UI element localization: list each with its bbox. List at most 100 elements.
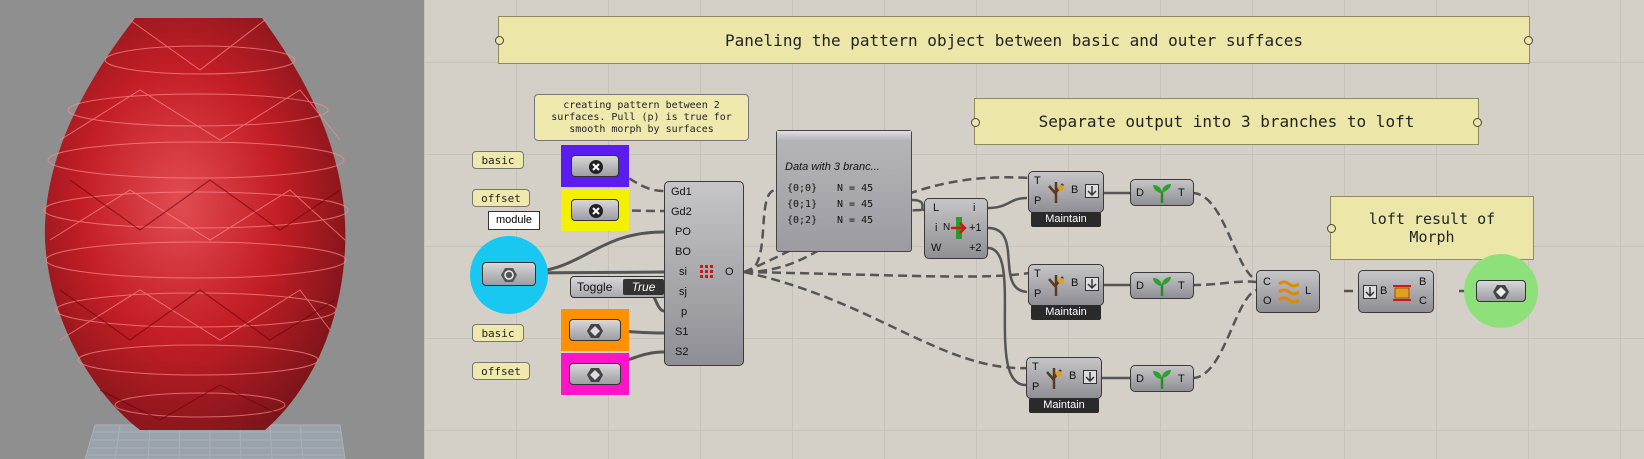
brep-hex-icon	[1493, 285, 1509, 299]
geometry-hex-icon	[501, 268, 517, 282]
loft-icon	[1278, 280, 1299, 304]
output-t[interactable]: T	[1178, 280, 1185, 292]
geometry-param-offset-group	[561, 189, 629, 231]
output-b[interactable]: B	[1419, 276, 1426, 288]
tooltip-module-text: module	[495, 214, 533, 226]
input-w[interactable]: W	[931, 242, 941, 254]
input-gd2[interactable]: Gd2	[671, 206, 692, 218]
rhino-viewport[interactable]	[0, 0, 424, 459]
input-s2[interactable]: S2	[675, 346, 688, 358]
input-p[interactable]: p	[681, 306, 687, 318]
brep-cap-icon	[1393, 285, 1411, 301]
input-gd1[interactable]: Gd1	[671, 186, 692, 198]
surface-icon	[587, 368, 603, 382]
output-b[interactable]: B	[1071, 184, 1078, 196]
data-row-count: N = 45	[837, 183, 874, 194]
output-c[interactable]: C	[1419, 295, 1427, 307]
input-p[interactable]: P	[1032, 381, 1039, 393]
data-panel-header	[777, 131, 911, 141]
group-title-loft[interactable]: loft result of Morph	[1327, 196, 1534, 260]
split-list-component[interactable]: L i W N i +1 +2	[924, 198, 988, 259]
close-circle-icon	[589, 204, 603, 218]
panel-basic-bottom[interactable]: basic	[472, 324, 524, 342]
tree-icon	[1048, 182, 1064, 203]
panel-basic-top[interactable]: basic	[472, 151, 524, 169]
input-o[interactable]: O	[1263, 295, 1272, 307]
flatten-tree-component[interactable]: D T	[1130, 179, 1194, 206]
output-plus-2[interactable]: +2	[969, 242, 982, 254]
maintain-component[interactable]: T P B	[1028, 171, 1104, 213]
maintain-component[interactable]: T P B	[1026, 357, 1102, 399]
input-t[interactable]: T	[1034, 268, 1041, 280]
input-b[interactable]: B	[1380, 285, 1387, 297]
grasshopper-canvas[interactable]: Paneling the pattern object between basi…	[424, 0, 1644, 459]
module-param[interactable]	[482, 262, 536, 286]
flatten-tree-component[interactable]: D T	[1130, 365, 1194, 392]
panel-offset-top[interactable]: offset	[472, 189, 530, 207]
surface-param-basic[interactable]	[569, 319, 621, 341]
maintain-tag: Maintain	[1031, 212, 1101, 227]
group-title-paneling-text: Paneling the pattern object between basi…	[725, 30, 1303, 50]
flatten-down-icon	[1083, 370, 1097, 384]
group-port-left[interactable]	[1327, 224, 1336, 233]
output-b[interactable]: B	[1071, 277, 1078, 289]
flatten-down-icon	[1085, 184, 1099, 198]
group-port-left[interactable]	[495, 36, 504, 45]
loft-component[interactable]: C O L	[1256, 270, 1320, 313]
input-s1[interactable]: S1	[675, 326, 688, 338]
toggle-label: Toggle	[577, 280, 613, 294]
toggle-value[interactable]: True	[623, 279, 664, 295]
input-t[interactable]: T	[1034, 175, 1041, 187]
output-i[interactable]: i	[973, 202, 975, 214]
input-p[interactable]: P	[1034, 288, 1041, 300]
panel-offset-bottom[interactable]: offset	[472, 362, 530, 380]
data-panel[interactable]: Data with 3 branc... {0;0} N = 45 {0;1} …	[776, 130, 912, 252]
input-t[interactable]: T	[1032, 361, 1039, 373]
input-d[interactable]: D	[1136, 280, 1144, 292]
input-l[interactable]: L	[933, 202, 939, 214]
morph-grid-icon	[700, 265, 713, 278]
input-d[interactable]: D	[1136, 373, 1144, 385]
vase-render	[43, 18, 349, 459]
split-n-symbol: N	[943, 222, 951, 233]
tree-icon	[1048, 275, 1064, 296]
surface-param-basic-group	[561, 309, 629, 351]
morph-component[interactable]: Gd1 Gd2 PO BO si sj p S1 S2 O	[664, 181, 744, 366]
geometry-param-basic[interactable]	[571, 155, 619, 177]
brep-param[interactable]	[1476, 280, 1526, 302]
data-row-path: {0;0}	[787, 183, 818, 194]
group-port-left[interactable]	[971, 117, 980, 127]
output-t[interactable]: T	[1178, 187, 1185, 199]
surface-param-offset[interactable]	[569, 363, 621, 385]
input-p[interactable]: P	[1034, 195, 1041, 207]
input-po[interactable]: PO	[675, 226, 691, 238]
boolean-toggle[interactable]: Toggle True	[570, 276, 667, 298]
group-title-loft-line-1: loft result of	[1368, 210, 1496, 228]
split-arrow-icon	[951, 217, 967, 239]
panel-basic-top-label: basic	[481, 153, 515, 167]
geometry-param-offset[interactable]	[571, 199, 619, 221]
panel-offset-bottom-label: offset	[481, 364, 521, 378]
input-bo[interactable]: BO	[675, 246, 691, 258]
input-c[interactable]: C	[1263, 276, 1271, 288]
output-o[interactable]: O	[725, 266, 734, 278]
data-row-path: {0;1}	[787, 199, 818, 210]
output-b[interactable]: B	[1069, 370, 1076, 382]
note-panel[interactable]: creating pattern between 2 surfaces. Pul…	[534, 94, 749, 141]
output-plus-1[interactable]: +1	[969, 222, 982, 234]
data-row-path: {0;2}	[787, 215, 818, 226]
maintain-component[interactable]: T P B	[1028, 264, 1104, 306]
group-title-paneling[interactable]: Paneling the pattern object between basi…	[495, 16, 1533, 64]
flatten-tree-component[interactable]: D T	[1130, 272, 1194, 299]
group-port-right[interactable]	[1473, 117, 1482, 127]
group-port-right[interactable]	[1524, 36, 1533, 45]
input-sj[interactable]: sj	[679, 286, 687, 298]
group-title-separate[interactable]: Separate output into 3 branches to loft	[971, 98, 1482, 145]
output-l[interactable]: L	[1305, 285, 1311, 297]
brep-component[interactable]: B B C	[1358, 270, 1434, 313]
input-d[interactable]: D	[1136, 187, 1144, 199]
output-t[interactable]: T	[1178, 373, 1185, 385]
brep-param-group	[1464, 254, 1538, 328]
input-si[interactable]: si	[679, 266, 687, 278]
input-i[interactable]: i	[935, 222, 937, 234]
